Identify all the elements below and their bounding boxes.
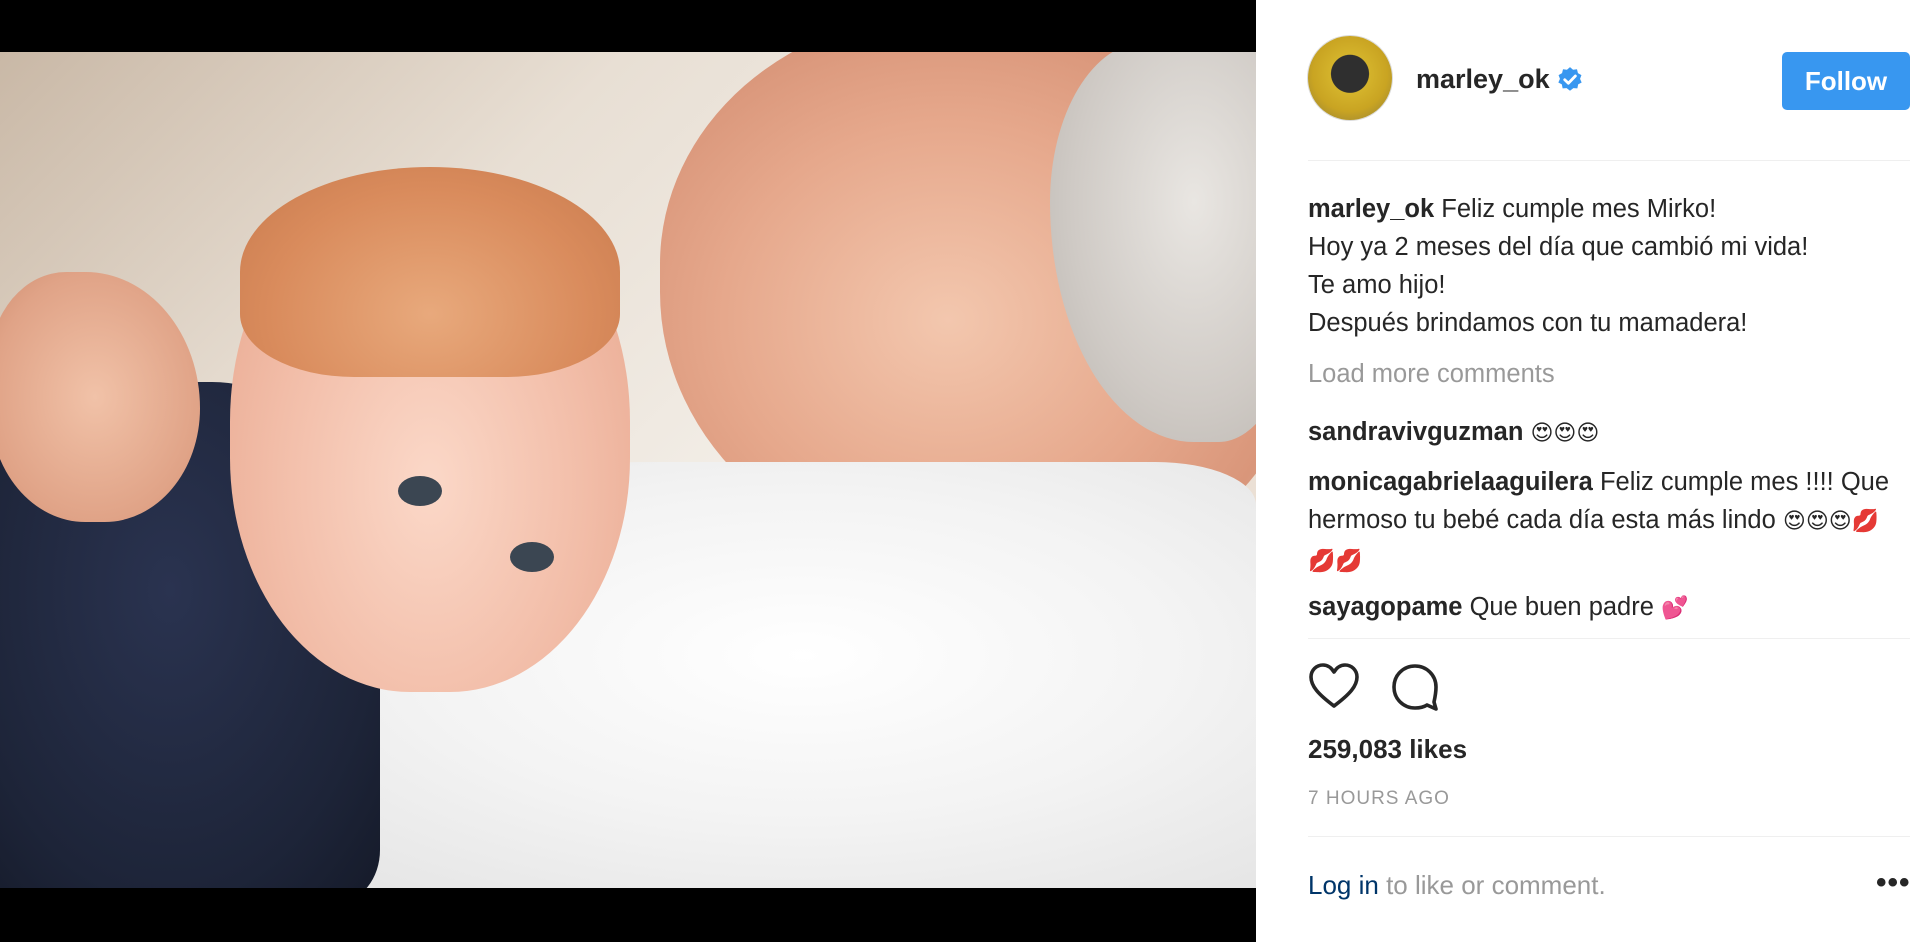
- photo-baby-hair: [240, 167, 620, 377]
- comments-divider: [1308, 638, 1910, 639]
- caption-line-2: Hoy ya 2 meses del día que cambió mi vid…: [1308, 233, 1809, 261]
- caption-line-1: Feliz cumple mes Mirko!: [1441, 195, 1717, 223]
- caption-username[interactable]: marley_ok: [1308, 195, 1434, 223]
- header-username[interactable]: marley_ok: [1416, 64, 1550, 95]
- avatar[interactable]: [1308, 36, 1392, 120]
- caption-line-3: Te amo hijo!: [1308, 271, 1446, 299]
- photo-baby-eye-right: [510, 542, 554, 572]
- post-media: [0, 0, 1256, 942]
- login-link[interactable]: Log in: [1308, 870, 1379, 900]
- post-sidebar: marley_ok Follow marley_ok Feliz cumple …: [1256, 0, 1920, 942]
- comment-emoji: 💕: [1661, 596, 1689, 621]
- post-caption: marley_ok Feliz cumple mes Mirko! Hoy ya…: [1308, 190, 1908, 342]
- login-prompt-text: to like or comment.: [1386, 870, 1606, 900]
- post-timestamp[interactable]: 7 HOURS AGO: [1308, 788, 1450, 810]
- comment-username[interactable]: sandravivguzman: [1308, 418, 1523, 446]
- comment-item: monicagabrielaaguilera Feliz cumple mes …: [1308, 463, 1898, 581]
- comment-username[interactable]: sayagopame: [1308, 593, 1463, 621]
- header-divider: [1308, 160, 1910, 161]
- comment-text: Que buen padre: [1469, 593, 1654, 621]
- caption-line-4: Después brindamos con tu mamadera!: [1308, 309, 1748, 337]
- comment-emoji: 😍😍😍: [1530, 421, 1600, 446]
- photo-baby-eye-left: [398, 476, 442, 506]
- comment-item: sandravivguzman 😍😍😍: [1308, 413, 1898, 453]
- post-photo[interactable]: [0, 52, 1256, 888]
- load-more-comments[interactable]: Load more comments: [1308, 360, 1555, 389]
- comment-username[interactable]: monicagabrielaaguilera: [1308, 468, 1593, 496]
- footer-divider: [1308, 836, 1910, 837]
- comment-item: sayagopame Que buen padre 💕: [1308, 588, 1898, 628]
- follow-button[interactable]: Follow: [1782, 52, 1910, 110]
- more-options-icon[interactable]: •••: [1876, 866, 1911, 900]
- photo-hand: [0, 272, 200, 522]
- verified-badge-icon: [1558, 67, 1582, 91]
- likes-count[interactable]: 259,083 likes: [1308, 734, 1467, 765]
- comment-bubble-icon[interactable]: [1390, 662, 1440, 712]
- login-prompt: Log in to like or comment.: [1308, 870, 1606, 901]
- heart-icon[interactable]: [1308, 662, 1360, 710]
